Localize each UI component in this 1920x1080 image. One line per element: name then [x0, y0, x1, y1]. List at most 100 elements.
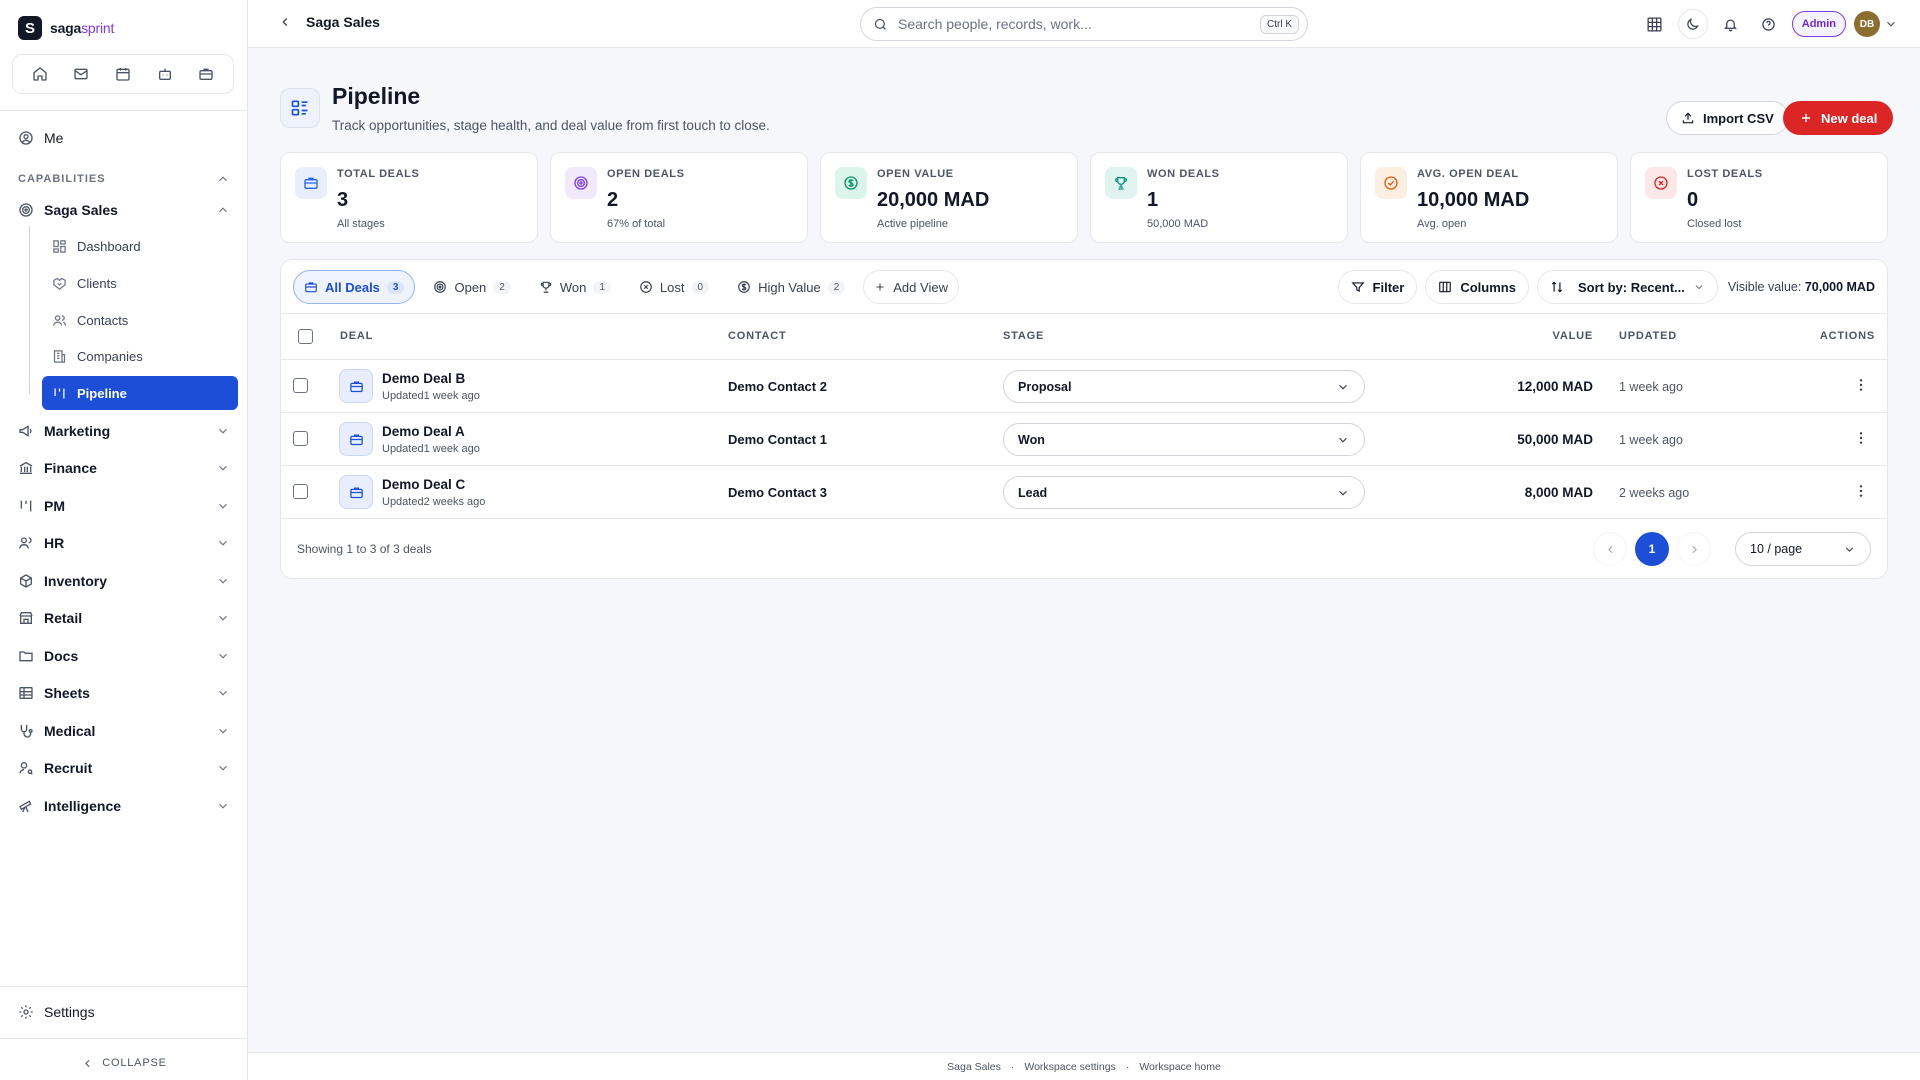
row-checkbox[interactable] — [293, 484, 308, 499]
sidebar-group-saga-sales[interactable]: Saga Sales — [18, 196, 230, 224]
bell-icon[interactable] — [1716, 9, 1746, 39]
sidebar-item-dashboard[interactable]: Dashboard — [42, 229, 238, 263]
global-search[interactable]: Ctrl K — [860, 7, 1308, 41]
sidebar-group-docs[interactable]: Docs — [18, 642, 230, 670]
more-actions-icon[interactable] — [1853, 377, 1869, 393]
briefcase-icon[interactable] — [191, 59, 221, 89]
chevron-down-icon — [216, 761, 230, 775]
deal-name[interactable]: Demo Deal C — [382, 477, 465, 492]
column-header-value[interactable]: VALUE — [1553, 330, 1593, 342]
chevron-down-icon — [216, 649, 230, 663]
view-tab-all-deals[interactable]: All Deals 3 — [293, 270, 416, 304]
chevron-down-icon — [1336, 380, 1350, 394]
calendar-icon[interactable] — [108, 59, 138, 89]
deal-name[interactable]: Demo Deal B — [382, 371, 465, 386]
columns-button[interactable]: Columns — [1425, 270, 1529, 304]
sidebar-item-pipeline[interactable]: Pipeline — [42, 376, 238, 410]
chevron-down-icon — [216, 574, 230, 588]
briefcase-icon — [295, 167, 327, 199]
sidebar-group-marketing[interactable]: Marketing — [18, 417, 230, 445]
deal-contact[interactable]: Demo Contact 2 — [728, 379, 827, 394]
mail-icon[interactable] — [66, 59, 96, 89]
chevron-left-icon — [81, 1057, 94, 1070]
sidebar-item-contacts[interactable]: Contacts — [42, 303, 238, 337]
search-input[interactable] — [898, 16, 1250, 32]
column-header-stage[interactable]: STAGE — [1003, 330, 1044, 342]
chevron-right-icon — [1688, 543, 1701, 556]
sidebar-item-me[interactable]: Me — [18, 130, 63, 146]
column-header-contact[interactable]: CONTACT — [728, 330, 787, 342]
role-badge[interactable]: Admin — [1791, 11, 1846, 37]
table-row[interactable]: Demo Deal A Updated1 week ago Demo Conta… — [281, 413, 1887, 466]
sidebar-item-settings[interactable]: Settings — [18, 1004, 95, 1020]
sidebar-group-retail[interactable]: Retail — [18, 604, 230, 632]
more-actions-icon[interactable] — [1853, 430, 1869, 446]
filter-button[interactable]: Filter — [1337, 270, 1418, 304]
page-button-current[interactable]: 1 — [1635, 532, 1669, 566]
sidebar-divider — [0, 986, 248, 987]
sidebar-group-intelligence[interactable]: Intelligence — [18, 792, 230, 820]
add-view-button[interactable]: Add View — [863, 270, 959, 304]
stage-select[interactable]: Proposal — [1003, 370, 1365, 403]
sidebar-group-recruit[interactable]: Recruit — [18, 754, 230, 782]
users-icon — [18, 535, 34, 551]
top-actions: Admin DB — [1640, 9, 1898, 39]
sort-select[interactable]: Sort by: Recent... — [1536, 270, 1718, 304]
sidebar-group-inventory[interactable]: Inventory — [18, 567, 230, 595]
row-checkbox[interactable] — [293, 378, 308, 393]
column-header-updated[interactable]: UPDATED — [1619, 330, 1677, 342]
sidebar-group-sheets[interactable]: Sheets — [18, 679, 230, 707]
footer-link-workspace-settings[interactable]: Workspace settings — [1024, 1061, 1115, 1073]
store-icon — [18, 610, 34, 626]
sidebar-item-companies[interactable]: Companies — [42, 339, 238, 373]
sidebar-group-hr[interactable]: HR — [18, 529, 230, 557]
sidebar-item-clients[interactable]: Clients — [42, 266, 238, 300]
deal-contact[interactable]: Demo Contact 3 — [728, 485, 827, 500]
brand[interactable]: S sagasprint — [18, 16, 114, 40]
briefcase-icon — [339, 475, 373, 509]
bot-icon[interactable] — [150, 59, 180, 89]
select-all-checkbox[interactable] — [298, 329, 313, 344]
handshake-icon — [52, 276, 67, 291]
pagination: 1 10 / page — [1593, 532, 1871, 566]
page-size-select[interactable]: 10 / page — [1735, 532, 1871, 566]
footer-link-workspace-home[interactable]: Workspace home — [1139, 1061, 1221, 1073]
sidebar-group-pm[interactable]: PM — [18, 492, 230, 520]
column-header-deal[interactable]: DEAL — [340, 330, 373, 342]
page-title: Pipeline — [332, 83, 421, 109]
view-tab-high-value[interactable]: High Value 2 — [727, 270, 855, 304]
stage-select[interactable]: Lead — [1003, 476, 1365, 509]
moon-icon[interactable] — [1677, 9, 1708, 39]
footer-separator: · — [1125, 1060, 1130, 1073]
footer-link-saga-sales[interactable]: Saga Sales — [947, 1061, 1001, 1073]
sidebar-group-medical[interactable]: Medical — [18, 717, 230, 745]
sidebar-item-label: Clients — [77, 275, 117, 291]
row-checkbox[interactable] — [293, 431, 308, 446]
more-actions-icon[interactable] — [1853, 483, 1869, 499]
stage-select[interactable]: Won — [1003, 423, 1365, 456]
next-page-button[interactable] — [1677, 532, 1711, 566]
back-chevron-icon[interactable] — [278, 15, 292, 29]
bank-icon — [18, 460, 34, 476]
import-csv-button[interactable]: Import CSV — [1666, 101, 1789, 135]
sidebar-group-finance[interactable]: Finance — [18, 454, 230, 482]
deal-value: 8,000 MAD — [1524, 485, 1593, 500]
home-icon[interactable] — [25, 59, 55, 89]
visible-value: Visible value: 70,000 MAD — [1728, 280, 1875, 294]
view-tab-lost[interactable]: Lost 0 — [629, 270, 719, 304]
view-tab-won[interactable]: Won 1 — [529, 270, 621, 304]
collapse-button[interactable]: COLLAPSE — [0, 1046, 248, 1080]
prev-page-button[interactable] — [1593, 532, 1627, 566]
footer-separator: · — [1010, 1060, 1015, 1073]
help-icon[interactable] — [1754, 9, 1784, 39]
new-deal-button[interactable]: New deal — [1783, 101, 1894, 135]
table-row[interactable]: Demo Deal B Updated1 week ago Demo Conta… — [281, 360, 1887, 413]
capabilities-header[interactable]: CAPABILITIES — [18, 172, 230, 186]
view-tab-open[interactable]: Open 2 — [423, 270, 520, 304]
breadcrumb-label[interactable]: Saga Sales — [306, 14, 380, 30]
deal-contact[interactable]: Demo Contact 1 — [728, 432, 827, 447]
user-menu[interactable]: DB — [1854, 11, 1898, 37]
table-row[interactable]: Demo Deal C Updated2 weeks ago Demo Cont… — [281, 466, 1887, 519]
apps-grid-icon[interactable] — [1640, 9, 1670, 39]
deal-name[interactable]: Demo Deal A — [382, 424, 465, 439]
